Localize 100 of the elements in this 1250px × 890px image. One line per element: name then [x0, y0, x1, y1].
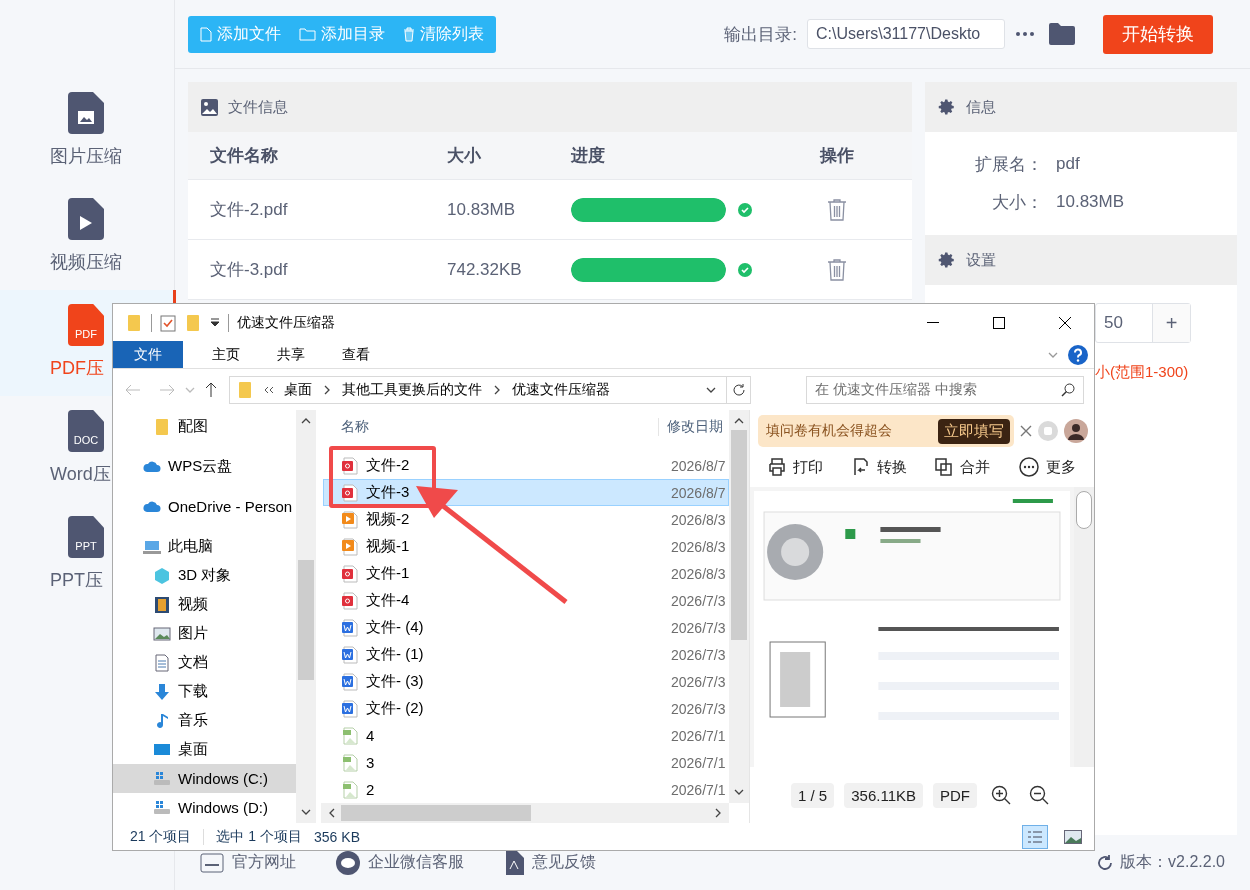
sidebar-label[interactable]: PPT压 [50, 568, 103, 592]
sidebar-label[interactable]: Word压 [50, 462, 111, 486]
ribbon-tab[interactable]: 文件 [113, 341, 183, 368]
drive-icon [153, 769, 171, 788]
delete-icon[interactable] [827, 257, 847, 282]
avatar-icon[interactable] [1064, 419, 1088, 443]
close-icon[interactable] [1020, 425, 1032, 437]
file-row[interactable]: 文件-1 2026/8/3 [323, 560, 729, 587]
file-size: 356.11KB [844, 782, 923, 808]
dropdown-icon[interactable] [210, 317, 220, 328]
ribbon-tab[interactable]: 查看 [323, 341, 388, 368]
table-cell-text: 10.83MB [447, 199, 517, 220]
breadcrumb-item[interactable]: 其他工具更换后的文件 [342, 380, 482, 399]
search-field[interactable]: 在 优速文件压缩器 中搜索 [806, 375, 1084, 404]
preview-action[interactable]: 转换 [845, 456, 913, 478]
item-count: 21 个项目 [130, 827, 192, 846]
file-row[interactable]: 4 2026/7/1 [323, 722, 729, 749]
fill-now-button[interactable]: 立即填写 [938, 418, 1010, 444]
panel-title: 设置 [966, 250, 996, 270]
refresh-icon[interactable] [731, 382, 746, 397]
folder-icon [153, 417, 171, 436]
nav-item[interactable]: WPS云盘 [113, 452, 296, 481]
nav-item[interactable]: 图片 [113, 619, 296, 648]
checklist-icon[interactable] [160, 313, 176, 332]
increment-button[interactable]: + [1152, 304, 1190, 342]
file-row[interactable]: 2 2026/7/1 [323, 776, 729, 803]
nav-item[interactable]: 文档 [113, 648, 296, 677]
file-row[interactable]: 文件-4 2026/7/3 [323, 587, 729, 614]
scrollbar-thumb[interactable] [341, 805, 531, 821]
file-name: 视频-2 [341, 510, 671, 529]
up-icon[interactable] [205, 381, 217, 398]
file-name: 2 [341, 780, 671, 799]
output-path-field[interactable]: C:\Users\31177\Deskto [807, 19, 1005, 49]
minimize-icon [927, 321, 939, 324]
file-name: 文件-4 [341, 591, 671, 610]
file-row[interactable]: 3 2026/7/1 [323, 749, 729, 776]
file-row[interactable]: 文件-3 2026/8/7 [323, 479, 729, 506]
nav-item[interactable]: 此电脑 [113, 532, 296, 561]
sidebar-label[interactable]: 图片压缩 [50, 144, 122, 168]
stepper-value: 50 [1103, 312, 1124, 334]
video-file-icon [341, 510, 358, 529]
merge-icon [935, 458, 954, 476]
chevron-icon [492, 384, 502, 395]
breadcrumb-item[interactable]: 桌面 [284, 380, 312, 399]
maximize-icon [993, 316, 1005, 329]
nav-item[interactable]: 下载 [113, 677, 296, 706]
overflow-icon [264, 385, 274, 394]
nav-item[interactable]: OneDrive - Person [113, 492, 296, 521]
image-file-icon [68, 92, 104, 134]
start-button[interactable]: 开始转换 [1103, 14, 1213, 54]
nav-item[interactable]: 音乐 [113, 706, 296, 735]
file-row[interactable]: 文件- (1) 2026/7/3 [323, 641, 729, 668]
file-row[interactable]: 视频-2 2026/8/3 [323, 506, 729, 533]
delete-icon[interactable] [827, 197, 847, 222]
folder-icon[interactable] [1049, 23, 1075, 45]
sidebar-label[interactable]: 视频压缩 [50, 250, 122, 274]
breadcrumb-item[interactable]: 优速文件压缩器 [512, 380, 610, 399]
folder-icon [125, 313, 143, 332]
file-row[interactable]: 文件- (4) 2026/7/3 [323, 614, 729, 641]
footer-link[interactable]: 官方网址 [200, 852, 296, 873]
file-type-label: PPT [75, 540, 97, 552]
file-date: 2026/8/7 [671, 457, 727, 474]
column-header[interactable]: 名称 [341, 417, 658, 436]
scrollbar-thumb[interactable] [731, 430, 747, 640]
scrollbar-thumb[interactable] [298, 560, 314, 680]
file-name: 文件- (4) [341, 618, 671, 637]
large-icons-view-icon [1064, 829, 1082, 844]
field-label: 大小： [991, 191, 1043, 214]
nav-item[interactable]: Windows (D:) [113, 793, 296, 822]
more-icon[interactable] [1015, 31, 1035, 37]
file-row[interactable]: 文件- (3) 2026/7/3 [323, 668, 729, 695]
footer-link[interactable]: 企业微信客服 [336, 850, 464, 875]
ribbon-tab[interactable]: 共享 [258, 341, 323, 368]
nav-item[interactable]: 桌面 [113, 735, 296, 764]
image-file-icon [341, 726, 358, 745]
file-name: 文件-2 [341, 456, 671, 475]
footer-link[interactable]: 意见反馈 [504, 850, 596, 875]
nav-item[interactable]: 3D 对象 [113, 561, 296, 590]
nav-item[interactable]: 配图 [113, 412, 296, 441]
number-stepper[interactable]: 50 + [1095, 303, 1191, 343]
preview-action[interactable]: 打印 [762, 456, 830, 478]
ribbon-tab[interactable]: 主页 [193, 341, 258, 368]
preview-action[interactable]: 合并 [929, 456, 997, 478]
file-row[interactable]: 文件-2 2026/8/7 [323, 452, 729, 479]
scroll-up-icon [734, 416, 744, 426]
drive-icon [153, 798, 171, 817]
nav-item[interactable]: Windows (C:) [113, 764, 296, 793]
help-icon[interactable] [1068, 344, 1088, 365]
video-file-icon [68, 198, 104, 240]
nav-item[interactable]: 视频 [113, 590, 296, 619]
details-view-button[interactable] [1022, 824, 1048, 849]
file-icon [200, 26, 212, 42]
page-indicator: 1 / 5 [791, 782, 835, 808]
field-label: 扩展名： [974, 153, 1043, 176]
file-row[interactable]: 文件- (2) 2026/7/3 [323, 695, 729, 722]
pdf-file-icon [341, 564, 358, 583]
file-row[interactable]: 视频-1 2026/8/3 [323, 533, 729, 560]
scrollbar-thumb[interactable] [1076, 491, 1092, 529]
preview-action[interactable]: 更多 [1012, 456, 1082, 478]
address-bar[interactable]: 桌面 其他工具更换后的文件 优速文件压缩器 [229, 375, 751, 404]
